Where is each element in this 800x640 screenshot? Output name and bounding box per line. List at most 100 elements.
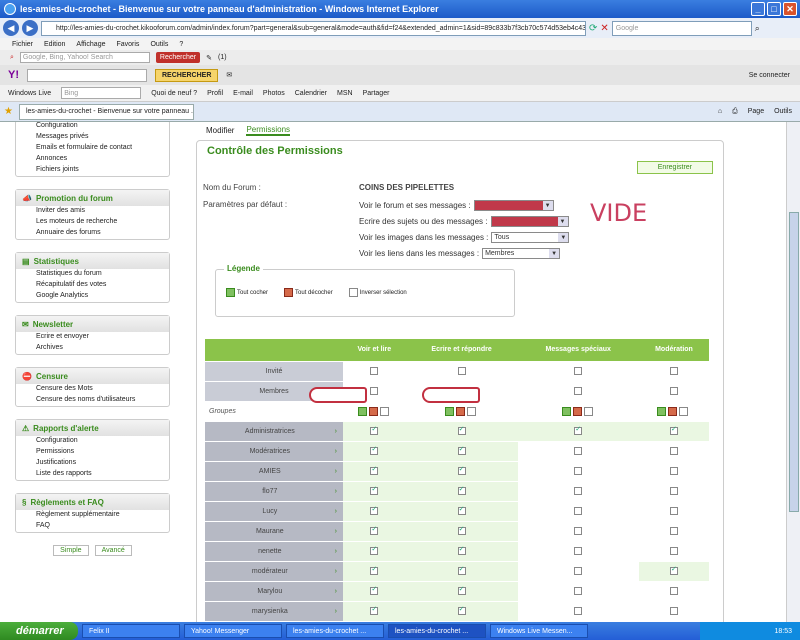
mail-icon[interactable]: ✉ <box>226 71 232 79</box>
windows-live-link[interactable]: Windows Live <box>8 90 51 97</box>
checkbox[interactable] <box>669 467 678 475</box>
checkbox[interactable] <box>457 607 466 615</box>
menu-fichier[interactable]: Fichier <box>12 41 33 48</box>
checkbox[interactable] <box>370 547 379 555</box>
pencil-icon[interactable]: ✎ <box>206 54 212 62</box>
checkbox[interactable] <box>574 487 583 495</box>
chevron-right-icon[interactable]: › <box>335 488 337 495</box>
checkbox[interactable] <box>370 607 379 615</box>
live-link-calendrier[interactable]: Calendrier <box>295 90 327 97</box>
sidebar-item[interactable]: Annuaire des forums <box>16 228 169 239</box>
live-link-email[interactable]: E-mail <box>233 90 253 97</box>
menu-outils[interactable]: Outils <box>150 41 168 48</box>
chevron-right-icon[interactable]: › <box>335 568 337 575</box>
sidebar-item[interactable]: Inviter des amis <box>16 206 169 217</box>
save-button[interactable]: Enregistrer <box>636 161 713 174</box>
sidebar-item[interactable]: Configuration <box>16 436 169 447</box>
sidebar-item[interactable]: Messages privés <box>16 132 169 143</box>
checkbox[interactable] <box>669 547 678 555</box>
checkbox[interactable] <box>669 427 678 435</box>
advanced-mode-button[interactable]: Avancé <box>94 545 132 556</box>
close-button[interactable]: ✕ <box>783 2 797 16</box>
maximize-button[interactable]: □ <box>767 2 781 16</box>
live-link-msn[interactable]: MSN <box>337 90 353 97</box>
search-icon[interactable]: ⌕ <box>755 23 760 34</box>
checkbox[interactable] <box>370 387 379 395</box>
tools-menu[interactable]: Outils <box>774 108 792 116</box>
live-link-profil[interactable]: Profil <box>207 90 223 97</box>
checkbox[interactable] <box>457 587 466 595</box>
tab-permissions[interactable]: Permissions <box>246 125 291 136</box>
invert-icon[interactable] <box>679 406 689 416</box>
checkbox[interactable] <box>574 387 583 395</box>
menu-help[interactable]: ? <box>179 41 183 48</box>
checkbox[interactable] <box>457 527 466 535</box>
checkbox[interactable] <box>574 427 583 435</box>
url-field[interactable]: http://les-amies-du-crochet.kikooforum.c… <box>41 20 586 36</box>
browser-tab[interactable]: les-amies-du-crochet - Bienvenue sur vot… <box>18 103 194 120</box>
checkbox[interactable] <box>669 567 678 575</box>
back-button[interactable]: ◀ <box>3 20 19 36</box>
favorites-star-icon[interactable]: ★ <box>4 106 13 117</box>
sidebar-item[interactable]: Les moteurs de recherche <box>16 217 169 228</box>
taskbar-item[interactable]: les-amies-du-crochet ... <box>286 624 384 638</box>
chevron-right-icon[interactable]: › <box>335 528 337 535</box>
check-all-icon[interactable] <box>657 406 667 416</box>
checkbox[interactable] <box>370 567 379 575</box>
yahoo-search-button[interactable]: RECHERCHER <box>155 68 219 82</box>
sidebar-item[interactable]: Justifications <box>16 458 169 469</box>
live-link-partager[interactable]: Partager <box>363 90 390 97</box>
checkbox[interactable] <box>574 447 583 455</box>
bing-search-input[interactable]: Bing <box>61 87 142 99</box>
taskbar-item[interactable]: Felix II <box>82 624 180 638</box>
checkbox[interactable] <box>574 567 583 575</box>
menu-favoris[interactable]: Favoris <box>116 41 139 48</box>
sidebar-item[interactable]: Google Analytics <box>16 291 169 302</box>
checkbox[interactable] <box>457 467 466 475</box>
page-menu[interactable]: Page <box>748 108 764 116</box>
checkbox[interactable] <box>457 547 466 555</box>
chevron-right-icon[interactable]: › <box>335 468 337 475</box>
sidebar-item[interactable]: Emails et formulaire de contact <box>16 143 169 154</box>
write-topics-select[interactable]: ▼ <box>490 216 569 227</box>
check-all-icon[interactable] <box>561 406 571 416</box>
taskbar-item[interactable]: les-amies-du-crochet ... <box>388 624 486 638</box>
checkbox[interactable] <box>457 507 466 515</box>
checkbox[interactable] <box>669 587 678 595</box>
tab-modifier[interactable]: Modifier <box>206 126 234 135</box>
start-button[interactable]: démarrer <box>0 622 78 640</box>
chevron-right-icon[interactable]: › <box>335 548 337 555</box>
taskbar-item[interactable]: Windows Live Messen... <box>490 624 588 638</box>
sidebar-item[interactable]: Permissions <box>16 447 169 458</box>
sidebar-item[interactable]: Configuration <box>16 122 169 132</box>
invert-icon[interactable] <box>583 406 593 416</box>
sidebar-item[interactable]: Fichiers joints <box>16 165 169 176</box>
checkbox[interactable] <box>574 527 583 535</box>
sidebar-item[interactable]: Récapitulatif des votes <box>16 280 169 291</box>
minimize-button[interactable]: _ <box>751 2 765 16</box>
checkbox[interactable] <box>457 567 466 575</box>
signin-link[interactable]: Se connecter <box>749 72 790 79</box>
vertical-scrollbar[interactable] <box>786 122 800 622</box>
check-all-icon[interactable] <box>445 406 455 416</box>
checkbox[interactable] <box>370 447 379 455</box>
checkbox[interactable] <box>669 487 678 495</box>
sidebar-item[interactable]: Annonces <box>16 154 169 165</box>
chevron-right-icon[interactable]: › <box>335 508 337 515</box>
sidebar-item[interactable]: Censure des noms d'utilisateurs <box>16 395 169 406</box>
checkbox[interactable] <box>669 507 678 515</box>
chevron-right-icon[interactable]: › <box>335 448 337 455</box>
checkbox[interactable] <box>370 367 379 375</box>
checkbox[interactable] <box>457 427 466 435</box>
toolbar-search-input[interactable]: Google, Bing, Yahoo! Search <box>19 52 150 63</box>
checkbox[interactable] <box>669 387 678 395</box>
checkbox[interactable] <box>574 547 583 555</box>
sidebar-item[interactable]: Statistiques du forum <box>16 269 169 280</box>
live-link-quoi[interactable]: Quoi de neuf ? <box>151 90 197 97</box>
checkbox[interactable] <box>370 507 379 515</box>
checkbox[interactable] <box>457 447 466 455</box>
simple-mode-button[interactable]: Simple <box>53 545 89 556</box>
checkbox[interactable] <box>370 467 379 475</box>
sidebar-item[interactable]: Ecrire et envoyer <box>16 332 169 343</box>
sidebar-item[interactable]: Censure des Mots <box>16 384 169 395</box>
